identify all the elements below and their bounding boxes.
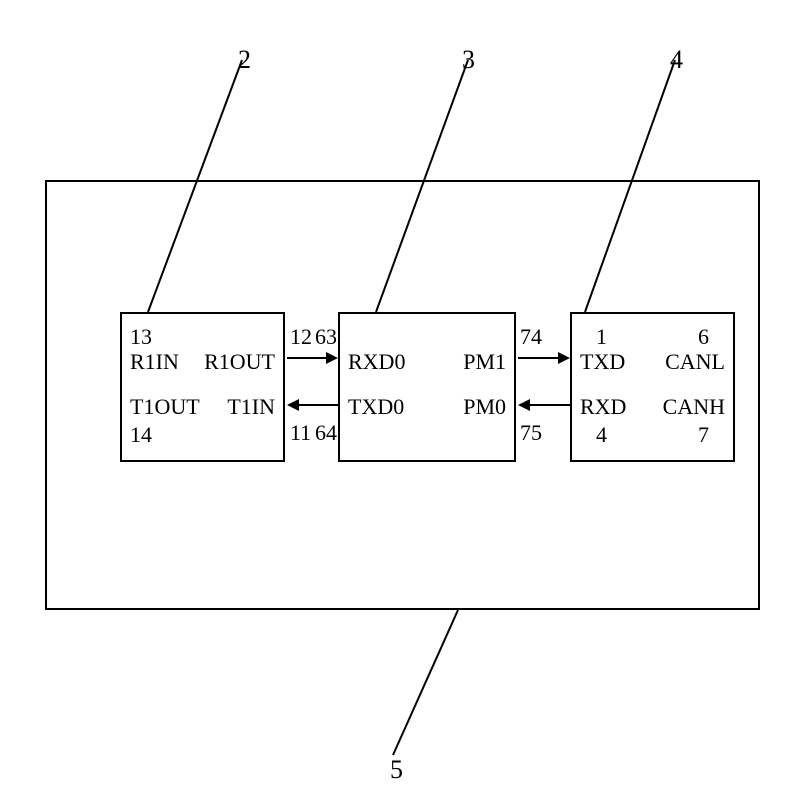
ref-label-2: 2 [238, 45, 251, 75]
pin-pm0: PM0 [463, 394, 506, 420]
pin-rxd0-num: 63 [315, 324, 337, 350]
pin-pm1-num: 74 [520, 324, 542, 350]
pin-txd: TXD [580, 349, 625, 375]
pin-pm0-num: 75 [520, 420, 542, 446]
pin-canh: CANH [663, 394, 725, 420]
pin-txd0: TXD0 [348, 394, 404, 420]
pin-txd-num: 1 [596, 324, 607, 350]
pin-t1in-num: 11 [290, 420, 311, 446]
block-4: 1 TXD CANL 6 RXD 4 CANH 7 [570, 312, 735, 462]
pin-r1in: R1IN [130, 349, 179, 375]
ref-label-3: 3 [462, 45, 475, 75]
pin-t1in: T1IN [227, 394, 275, 420]
pin-rxd0: RXD0 [348, 349, 405, 375]
pin-rxd-num: 4 [596, 422, 607, 448]
pin-r1out-num: 12 [290, 324, 312, 350]
pin-pm1: PM1 [463, 349, 506, 375]
pin-txd0-num: 64 [315, 420, 337, 446]
pin-r1out: R1OUT [204, 349, 275, 375]
pin-rxd: RXD [580, 394, 626, 420]
pin-canl: CANL [665, 349, 725, 375]
ref-label-5: 5 [390, 755, 403, 785]
block-3: RXD0 PM1 TXD0 PM0 [338, 312, 516, 462]
pin-t1out-num: 14 [130, 422, 152, 448]
ref-label-4: 4 [670, 45, 683, 75]
pin-canh-num: 7 [698, 422, 709, 448]
pin-canl-num: 6 [698, 324, 709, 350]
pin-r1in-num: 13 [130, 324, 152, 350]
diagram-canvas: 2 3 4 5 13 R1IN R1OUT T1OUT 14 T1IN 12 1… [0, 0, 800, 805]
pin-t1out: T1OUT [130, 394, 200, 420]
block-2: 13 R1IN R1OUT T1OUT 14 T1IN [120, 312, 285, 462]
pointer-line-5 [393, 610, 458, 755]
